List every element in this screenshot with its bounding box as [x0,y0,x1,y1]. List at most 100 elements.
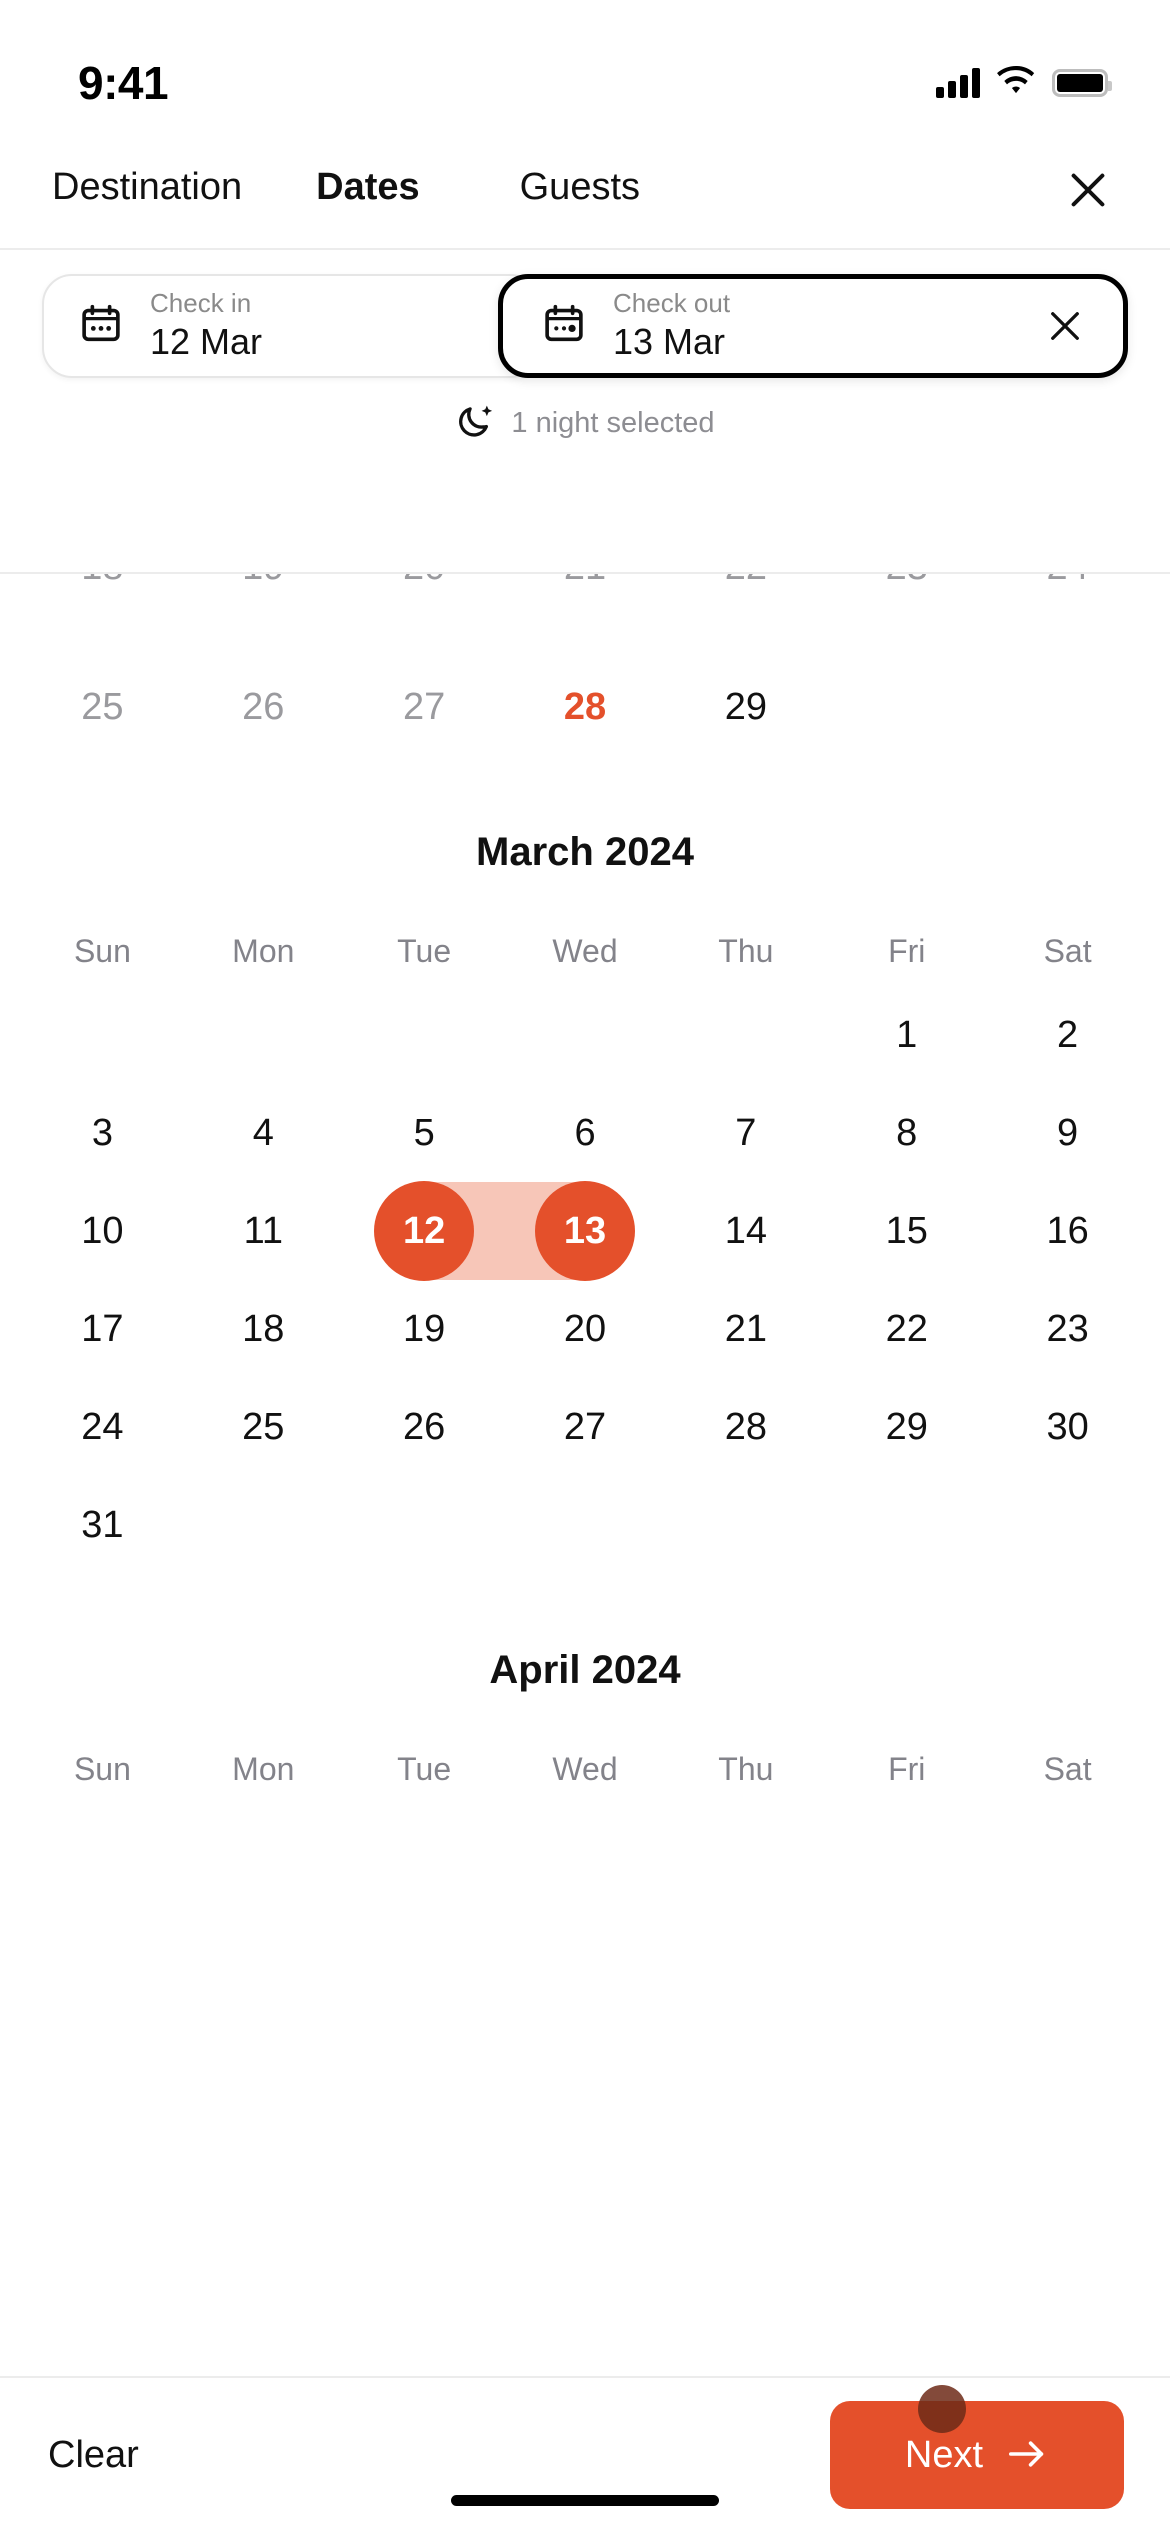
day-cell-empty [665,986,826,1084]
weekday-sun: Sun [73,1751,131,1787]
clear-button[interactable]: Clear [48,2434,139,2477]
weekday-wed: Wed [552,1751,618,1787]
day-cell-empty [183,1476,344,1574]
weekday-fri: Fri [888,933,926,969]
calendar-icon [541,301,587,352]
day-cell[interactable]: 15 [826,1182,987,1280]
day-cell[interactable]: 16 [987,1182,1148,1280]
close-icon[interactable] [1052,154,1124,226]
day-cell[interactable]: 24 [22,1378,183,1476]
day-cell[interactable]: 21 [665,1280,826,1378]
day-cell[interactable]: 1 [826,986,987,1084]
tab-bar: Destination Dates Guests [0,132,1170,250]
day-cell[interactable]: 23 [987,1280,1148,1378]
arrow-right-icon [1005,2436,1049,2475]
day-cell[interactable]: 26 [344,1378,505,1476]
day-cell[interactable]: 26 [183,658,344,756]
week-row: 24 25 26 27 28 29 30 [22,1378,1148,1476]
tab-destination[interactable]: Destination [52,166,242,215]
day-cell[interactable]: 29 [665,658,826,756]
next-button-label: Next [904,2433,984,2476]
date-fields-header: Check in 12 Mar Check out 13 Mar 1 night… [0,250,1170,461]
weekday-sat: Sat [1043,1751,1092,1787]
check-out-value: 13 Mar [613,321,726,363]
day-cell[interactable]: 8 [826,1084,987,1182]
day-cell[interactable]: 20 [344,574,505,616]
day-cell-empty [665,1476,826,1574]
day-cell[interactable]: 23 [826,574,987,616]
check-out-field[interactable]: Check out 13 Mar [498,274,1128,378]
weekday-tue: Tue [397,933,452,969]
weekday-thu: Thu [718,1751,774,1787]
day-cell[interactable]: 25 [183,1378,344,1476]
day-cell[interactable]: 31 [22,1476,183,1574]
day-cell[interactable]: 30 [987,1378,1148,1476]
wifi-icon [997,65,1035,101]
status-bar: 9:41 [0,0,1170,132]
day-cell[interactable]: 18 [183,1280,344,1378]
day-cell[interactable]: 18 [22,574,183,616]
tab-dates[interactable]: Dates [316,166,420,215]
day-cell-empty [22,986,183,1084]
day-cell[interactable]: 19 [344,1280,505,1378]
home-indicator [451,2495,719,2506]
month-title-april: April 2024 [489,1648,681,1692]
day-cell-selected-checkin[interactable]: 12 [344,1181,506,1281]
day-cell[interactable]: 24 [987,574,1148,616]
day-cell[interactable]: 27 [505,1378,666,1476]
day-cell[interactable]: 4 [183,1084,344,1182]
day-cell[interactable]: 14 [665,1182,826,1280]
day-cell[interactable]: 27 [344,658,505,756]
tab-guests[interactable]: Guests [520,166,640,215]
day-cell[interactable]: 7 [665,1084,826,1182]
bottom-action-bar: Clear Next [0,2376,1170,2532]
weekday-tue: Tue [397,1751,452,1787]
day-cell[interactable]: 19 [183,574,344,616]
weekday-mon: Mon [232,933,295,969]
moon-star-icon [455,400,497,447]
day-cell[interactable]: 28 [665,1378,826,1476]
day-cell[interactable]: 10 [22,1182,183,1280]
nights-summary-text: 1 night selected [511,407,715,439]
day-cell[interactable]: 25 [22,658,183,756]
day-cell-empty [183,986,344,1084]
week-row: 10 11 12 13 14 15 16 [22,1181,1148,1281]
week-row: 3 4 5 6 7 8 9 [22,1084,1148,1182]
day-cell[interactable]: 29 [826,1378,987,1476]
day-cell[interactable]: 5 [344,1084,505,1182]
status-bar-icons [936,65,1112,101]
day-cell[interactable]: 22 [826,1280,987,1378]
check-in-label: Check in [150,288,252,319]
week-row: 1 2 [22,986,1148,1084]
calendar-scroll-area[interactable]: 18 19 20 21 22 23 24 25 26 27 28 29 Marc… [0,572,1170,2376]
weekday-fri: Fri [888,1751,926,1787]
day-cell-empty [826,1476,987,1574]
day-cell[interactable]: 6 [505,1084,666,1182]
day-cell[interactable]: 9 [987,1084,1148,1182]
day-cell[interactable]: 20 [505,1280,666,1378]
calendar-content: 18 19 20 21 22 23 24 25 26 27 28 29 Marc… [0,574,1170,1804]
day-cell-today[interactable]: 28 [505,658,666,756]
next-button[interactable]: Next [830,2385,1124,2509]
weekday-wed: Wed [552,933,618,969]
day-cell[interactable]: 22 [665,574,826,616]
day-cell[interactable]: 2 [987,986,1148,1084]
weekday-sun: Sun [73,933,131,969]
weekday-sat: Sat [1043,933,1092,969]
week-row: 17 18 19 20 21 22 23 [22,1280,1148,1378]
month-title-march: March 2024 [476,830,694,874]
day-cell[interactable]: 11 [183,1182,344,1280]
day-cell-empty [987,1476,1148,1574]
check-out-clear-icon[interactable] [1033,294,1097,358]
day-cell[interactable]: 3 [22,1084,183,1182]
day-cell-empty [826,658,987,756]
week-row: 25 26 27 28 29 [22,658,1148,756]
day-cell-selected-checkout[interactable]: 13 [503,1181,666,1281]
day-cell[interactable]: 21 [505,574,666,616]
touch-indicator [918,2385,966,2433]
nights-summary: 1 night selected [0,384,1170,461]
day-cell-empty [344,986,505,1084]
day-cell[interactable]: 17 [22,1280,183,1378]
check-in-value: 12 Mar [150,321,263,363]
check-in-field[interactable]: Check in 12 Mar [42,274,540,378]
